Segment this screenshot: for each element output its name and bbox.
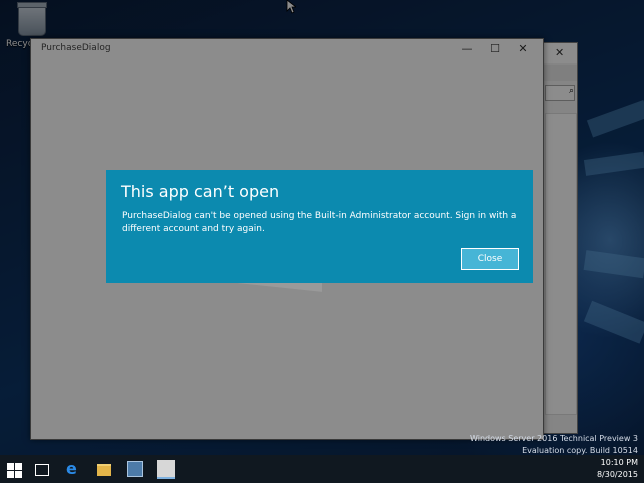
edge-icon[interactable]: e	[66, 461, 86, 481]
watermark-line1: Windows Server 2016 Technical Preview 3	[470, 434, 638, 443]
watermark-line2: Evaluation copy. Build 10514	[522, 446, 638, 455]
store-icon[interactable]	[127, 461, 143, 477]
taskbar: e 10:10 PM 8/30/2015	[0, 455, 644, 483]
windows-logo-icon	[7, 463, 14, 470]
start-button[interactable]	[7, 463, 22, 478]
clock-date[interactable]: 8/30/2015	[597, 470, 638, 479]
close-button[interactable]: Close	[461, 248, 519, 270]
windows-logo-icon	[15, 471, 22, 478]
windows-logo-icon	[7, 471, 14, 478]
modal-message: PurchaseDialog can't be opened using the…	[122, 211, 517, 234]
file-explorer-icon[interactable]	[97, 464, 111, 476]
modal-title: This app can’t open	[121, 182, 280, 201]
purchase-dialog-taskbar-icon[interactable]	[157, 460, 175, 479]
error-modal: This app can’t open PurchaseDialog can't…	[106, 170, 533, 283]
task-view-icon[interactable]	[35, 464, 49, 476]
clock-time[interactable]: 10:10 PM	[601, 458, 638, 467]
windows-logo-icon	[15, 463, 22, 470]
